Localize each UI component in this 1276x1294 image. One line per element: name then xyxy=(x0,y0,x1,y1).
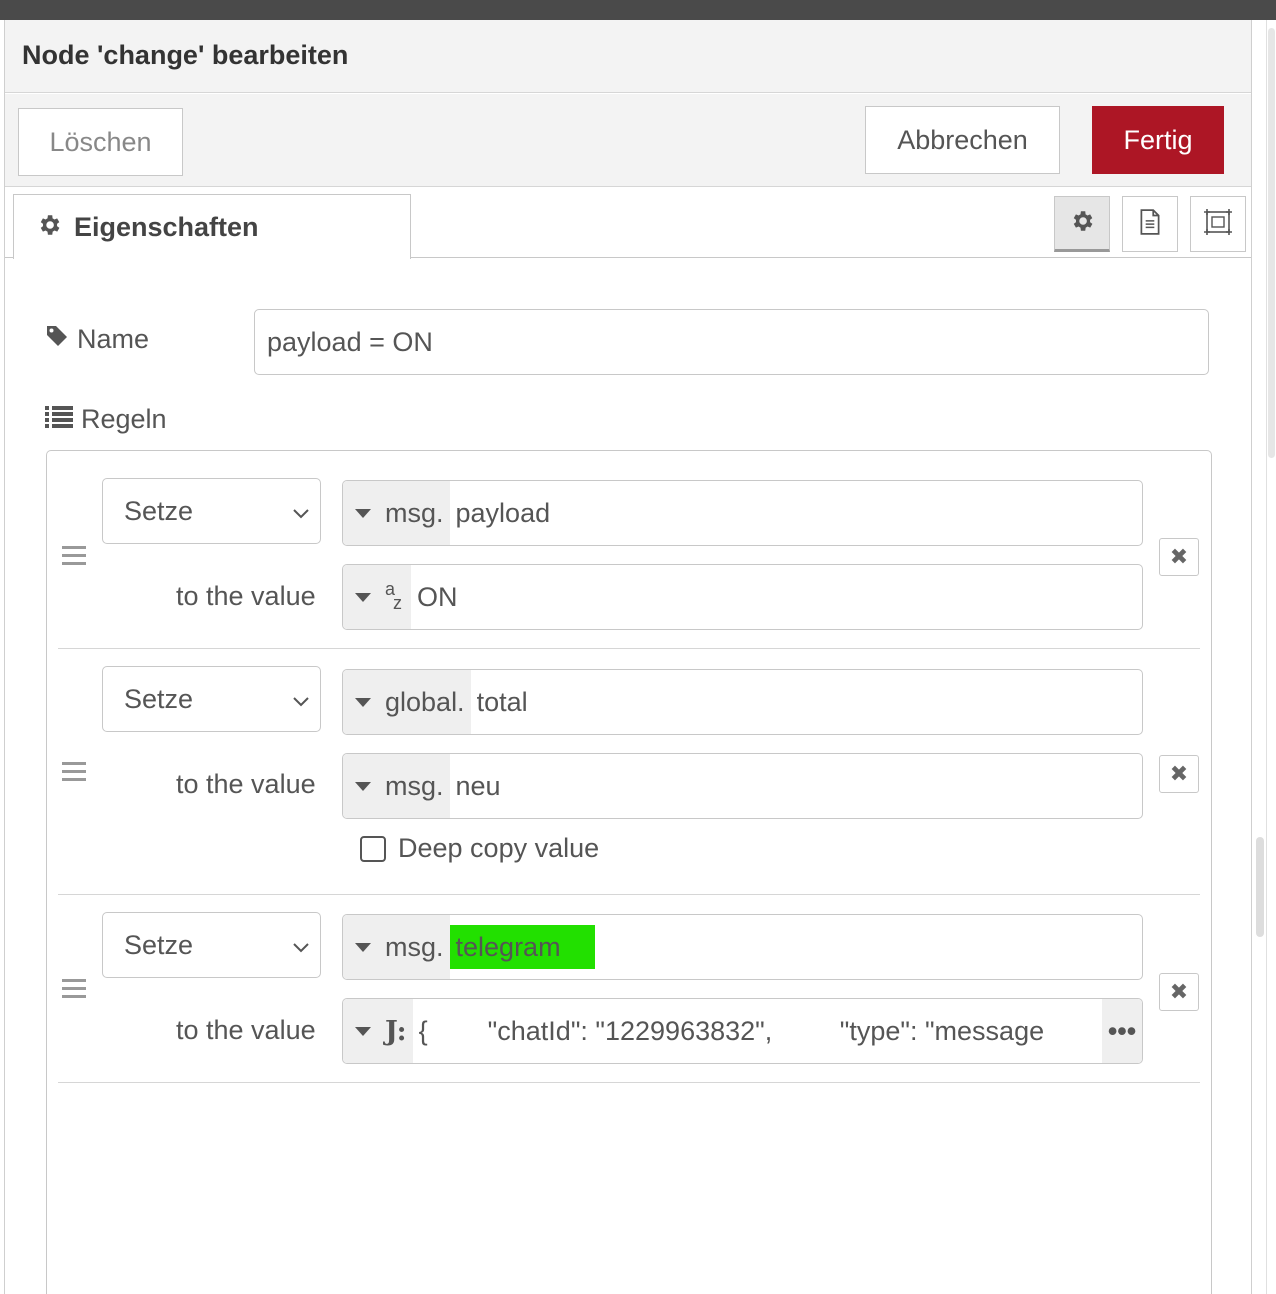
json-type-icon: J: xyxy=(385,1015,407,1047)
rule-action-value: Setze xyxy=(124,929,194,960)
target-type-button[interactable]: msg. xyxy=(343,481,450,545)
chevron-down-icon xyxy=(292,684,310,715)
tray-header: Node 'change' bearbeiten xyxy=(5,20,1251,93)
tab-properties-label: Eigenschaften xyxy=(74,211,259,242)
target-type-label: global. xyxy=(385,686,465,717)
rule-action-select[interactable]: Setze xyxy=(102,912,321,978)
tab-appearance-button[interactable] xyxy=(1190,196,1246,252)
expand-editor-button[interactable]: ••• xyxy=(1102,999,1142,1063)
rule-action-value: Setze xyxy=(124,683,194,714)
rule-row: Setze msg. telegram to the value J: { "c… xyxy=(58,895,1200,1083)
rules-label-text: Regeln xyxy=(81,404,167,434)
caret-down-icon xyxy=(355,592,371,602)
target-value[interactable]: total xyxy=(471,687,1142,718)
rule-action-select[interactable]: Setze xyxy=(102,478,321,544)
target-type-label: msg. xyxy=(385,497,444,528)
rule-row: Setze global. total to the value msg. ne… xyxy=(58,649,1200,895)
tray-scrollbar-thumb[interactable] xyxy=(1256,837,1264,937)
rule-target-input[interactable]: global. total xyxy=(342,669,1143,735)
value-type-button[interactable]: J: xyxy=(343,999,413,1063)
cancel-button[interactable]: Abbrechen xyxy=(865,106,1060,174)
rules-label: Regeln xyxy=(45,404,167,435)
rule-action-select[interactable]: Setze xyxy=(102,666,321,732)
tag-icon xyxy=(45,324,69,355)
rule-value[interactable]: { "chatId": "1229963832", "type": "messa… xyxy=(413,1016,1102,1047)
rule-action-value: Setze xyxy=(124,495,194,526)
rule-target-input[interactable]: msg. telegram xyxy=(342,914,1143,980)
gear-icon xyxy=(36,212,62,243)
page-scrollbar-thumb[interactable] xyxy=(1268,28,1275,458)
caret-down-icon xyxy=(355,1026,371,1036)
chevron-down-icon xyxy=(292,930,310,961)
rule-value-input[interactable]: msg. neu xyxy=(342,753,1143,819)
drag-handle-icon[interactable] xyxy=(62,762,86,782)
rule-value-input[interactable]: J: { "chatId": "1229963832", "type": "me… xyxy=(342,998,1143,1064)
document-icon xyxy=(1137,208,1163,241)
rule-target-input[interactable]: msg. payload xyxy=(342,480,1143,546)
caret-down-icon xyxy=(355,697,371,707)
deep-copy-checkbox[interactable] xyxy=(360,835,386,862)
to-value-label: to the value xyxy=(176,769,316,799)
rule-value[interactable]: neu xyxy=(450,771,1142,802)
tab-description-button[interactable] xyxy=(1122,196,1178,252)
rule-row: Setze msg. payload to the value a z ON ✖ xyxy=(58,451,1200,649)
value-type-label: msg. xyxy=(385,770,444,801)
edit-tray: Node 'change' bearbeiten Löschen Abbrech… xyxy=(4,20,1252,1294)
close-icon: ✖ xyxy=(1169,544,1189,569)
target-type-button[interactable]: msg. xyxy=(343,915,450,979)
rule-value[interactable]: ON xyxy=(411,582,1142,613)
tray-toolbar: Löschen Abbrechen Fertig xyxy=(5,94,1251,187)
gear-icon xyxy=(1069,208,1095,239)
string-type-icon: a z xyxy=(385,579,402,613)
target-value[interactable]: telegram xyxy=(449,925,595,969)
drag-handle-icon[interactable] xyxy=(62,979,86,999)
value-type-button[interactable]: a z xyxy=(343,565,411,629)
tab-settings-button[interactable] xyxy=(1054,196,1110,252)
caret-down-icon xyxy=(355,942,371,952)
close-icon: ✖ xyxy=(1169,761,1189,786)
deep-copy-label: Deep copy value xyxy=(398,833,600,863)
name-input[interactable]: payload = ON xyxy=(254,309,1209,375)
delete-button[interactable]: Löschen xyxy=(18,108,183,176)
remove-rule-button[interactable]: ✖ xyxy=(1159,973,1199,1011)
tray-title: Node 'change' bearbeiten xyxy=(22,40,349,70)
done-button[interactable]: Fertig xyxy=(1092,106,1224,174)
chevron-down-icon xyxy=(292,496,310,527)
deep-copy-option[interactable]: Deep copy value xyxy=(360,833,599,864)
tab-bar: Eigenschaften xyxy=(5,188,1251,259)
rules-list: Setze msg. payload to the value a z ON ✖… xyxy=(46,450,1212,1294)
remove-rule-button[interactable]: ✖ xyxy=(1159,538,1199,576)
target-type-label: msg. xyxy=(385,931,444,962)
drag-handle-icon[interactable] xyxy=(62,546,86,566)
target-type-button[interactable]: global. xyxy=(343,670,471,734)
top-bar xyxy=(0,0,1276,20)
caret-down-icon xyxy=(355,508,371,518)
caret-down-icon xyxy=(355,781,371,791)
to-value-label: to the value xyxy=(176,1015,316,1045)
tab-properties[interactable]: Eigenschaften xyxy=(13,194,411,259)
value-type-button[interactable]: msg. xyxy=(343,754,450,818)
rule-value-input[interactable]: a z ON xyxy=(342,564,1143,630)
appearance-icon xyxy=(1203,208,1233,241)
name-label: Name xyxy=(45,324,149,355)
target-value[interactable]: payload xyxy=(450,498,1142,529)
list-icon xyxy=(45,404,73,435)
remove-rule-button[interactable]: ✖ xyxy=(1159,755,1199,793)
close-icon: ✖ xyxy=(1169,979,1189,1004)
to-value-label: to the value xyxy=(176,581,316,611)
name-label-text: Name xyxy=(77,324,150,354)
